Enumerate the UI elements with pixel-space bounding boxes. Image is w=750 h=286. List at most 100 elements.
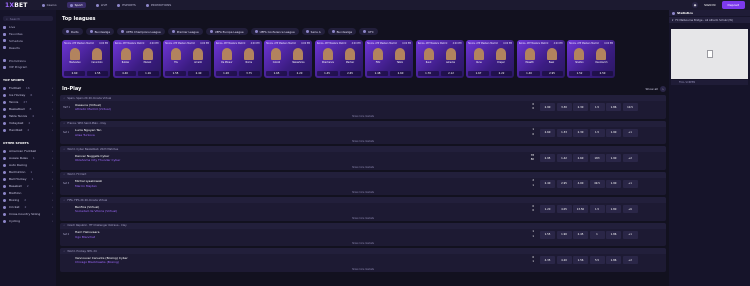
logo[interactable]: 1XBET [5,2,28,9]
odds-button[interactable]: 2.90 [540,103,555,111]
statistics-match[interactable]: ▾ FC Melbourne Bridge - Ali Alharm Schulz… [669,17,750,23]
featured-match-card[interactable]: Tennis. ATP Masters Madrid 4:00 PM Medvede… [62,40,110,78]
odds-button[interactable]: 1.90 [606,179,621,188]
odds-button[interactable]: 183 [589,154,605,162]
odds-button[interactable]: 2.20 [289,71,310,76]
odds-button[interactable]: 2.95 [541,71,563,76]
odds-button[interactable]: 1.86 [606,230,621,239]
odds-button[interactable]: 3.75 [238,71,260,76]
odds-button[interactable]: +6 [622,205,638,213]
sidebar-link-schedule[interactable]: Schedule [3,38,53,45]
show-more-markets[interactable]: Show more markets [60,140,666,143]
odds-button[interactable]: 2.65 [339,71,361,76]
odds-button[interactable]: 1.45 [316,71,338,76]
odds-button[interactable]: 1.70 [417,71,439,76]
league-chip[interactable]: Darts [62,28,83,35]
odds-button[interactable]: 1.5 [589,103,605,111]
odds-button[interactable]: 1.42 [556,154,572,162]
star-icon[interactable]: ☆ [63,199,65,202]
odds-button[interactable]: 1.5 [589,128,605,137]
show-more-markets[interactable]: Show more markets [60,268,666,271]
nav-casino[interactable]: Casino [41,3,57,7]
league-chip[interactable]: UEFA Champions League [117,28,165,35]
sidebar-sport-item[interactable]: Ball Hockey 1 › [3,176,53,183]
odds-button[interactable]: 49.5 [589,179,605,188]
nav-esports[interactable]: ESPORTS [117,3,136,7]
odds-button[interactable]: 2.60 [573,154,588,162]
odds-button[interactable]: 2.95 [540,154,555,162]
odds-button[interactable]: 1.52 [569,71,590,76]
odds-button[interactable]: 2.60 [390,71,411,76]
sidebar-sport-item[interactable]: Badminton 1 › [3,169,53,176]
odds-button[interactable]: +1 [622,128,638,137]
media-preview[interactable] [671,29,748,79]
event-teams[interactable]: Benfica (Virtual) Sociedad de Vitoria (Vi… [75,205,175,214]
star-icon[interactable]: ☆ [63,173,65,176]
sidebar-link-favorites[interactable]: Favorites [3,31,53,38]
sidebar-link-vip[interactable]: VIP Program [3,64,53,71]
sidebar-sport-item[interactable]: Volleyball 2 › [3,120,53,127]
league-chip[interactable]: Bundesliga [85,28,115,35]
odds-button[interactable]: 2.30 [573,103,588,111]
login-button[interactable]: SIGN IN [704,3,715,7]
odds-button[interactable]: 2.60 [64,71,85,76]
event-teams[interactable]: Vancouver Canucks (Boxing) Cyber Chicago … [75,256,175,265]
odds-button[interactable]: 1.5 [589,205,605,213]
odds-button[interactable]: 1.80 [606,205,621,213]
odds-button[interactable]: 1.20 [540,205,555,213]
featured-match-card[interactable]: Tennis. ATP Masters Madrid 4:00 PM De Mina… [213,40,262,78]
nav-live[interactable]: LIVE [95,3,107,7]
sidebar-sport-item[interactable]: Handball 2 › [3,127,53,134]
fullscreen-button[interactable]: FULL SCREEN [671,80,748,85]
sidebar-sport-item[interactable]: Cricket 2 › [3,204,53,211]
nav-sport[interactable]: Sport [66,1,86,9]
star-icon[interactable]: ☆ [63,224,65,227]
event-teams[interactable]: Denver Nuggets Cyber Oklahoma City Thunde… [75,154,175,163]
odds-button[interactable]: 1.55 [540,230,555,239]
odds-button[interactable]: 1.86 [606,103,621,111]
odds-button[interactable]: +2 [622,154,638,162]
sidebar-sport-item[interactable]: Tennis 27 › [3,99,53,106]
sidebar-sport-item[interactable]: Table Tennis 4 › [3,113,53,120]
odds-button[interactable]: +2 [622,256,638,264]
odds-button[interactable]: 13.50 [573,205,588,213]
event-teams[interactable]: Osasuna (Virtual) Athletic Madrid (Virtua… [75,103,175,112]
featured-match-card[interactable]: Tennis. ATP Masters Madrid 4:00 PM Cobolli… [264,40,312,78]
sidebar-sport-item[interactable]: Cycling › [3,218,53,225]
odds-button[interactable]: 1.67 [468,71,489,76]
nav-promotions[interactable]: PROMOTIONS [145,3,171,7]
league-chip[interactable]: Bundesliga [327,28,357,35]
featured-match-card[interactable]: Tennis. ATP Masters Madrid 4:00 PM Rune Dra… [466,40,514,78]
odds-button[interactable]: 1.40 [518,71,540,76]
odds-button[interactable]: 1.28 [215,71,237,76]
odds-button[interactable]: 1.33 [556,128,572,137]
odds-button[interactable]: 1.55 [87,71,108,76]
odds-button[interactable]: 1.90 [606,128,621,137]
league-chip[interactable]: Serie A [301,28,325,35]
star-icon[interactable]: ☆ [63,148,65,151]
chevron-right-icon[interactable]: › [660,86,666,92]
league-chip[interactable]: Premier League [167,28,203,35]
odds-button[interactable]: 1.86 [606,256,621,264]
featured-match-card[interactable]: Tennis. ATP Masters Madrid 4:00 PM Rublev M… [112,40,161,78]
show-more-markets[interactable]: Show more markets [60,242,666,245]
featured-match-card[interactable]: Tennis. ATP Masters Madrid 4:00 PM Musetti… [516,40,565,78]
featured-match-card[interactable]: Tennis. ATP Masters Madrid 4:00 PM Ruud Leh… [415,40,464,78]
odds-button[interactable]: 3.30 [556,103,572,111]
star-icon[interactable]: ☆ [63,250,65,253]
odds-button[interactable]: 1.90 [556,230,572,239]
featured-match-card[interactable]: Tennis. ATP Masters Madrid 4:00 PM Shelton… [567,40,615,78]
odds-button[interactable]: 5.5 [589,256,605,264]
event-teams[interactable]: Harri Heliovaara Ugo Blanchet [75,230,175,239]
odds-button[interactable]: 1.90 [606,154,621,162]
featured-match-card[interactable]: Tennis. ATP Masters Madrid 4:00 PM Fritz Ta… [365,40,413,78]
odds-button[interactable]: 1.55 [165,71,186,76]
sidebar-sport-item[interactable]: Cross-Country Skiing › [3,211,53,218]
sidebar-sport-item[interactable]: Biathlon › [3,190,53,197]
odds-button[interactable]: 4.40 [114,71,136,76]
event-teams[interactable]: Michal Lysakowski Marcin Majdan [75,179,175,188]
show-more-markets[interactable]: Show more markets [60,191,666,194]
star-icon[interactable]: ☆ [63,97,65,100]
odds-button[interactable]: 2.22 [491,71,512,76]
show-more-markets[interactable]: Show more markets [60,166,666,169]
